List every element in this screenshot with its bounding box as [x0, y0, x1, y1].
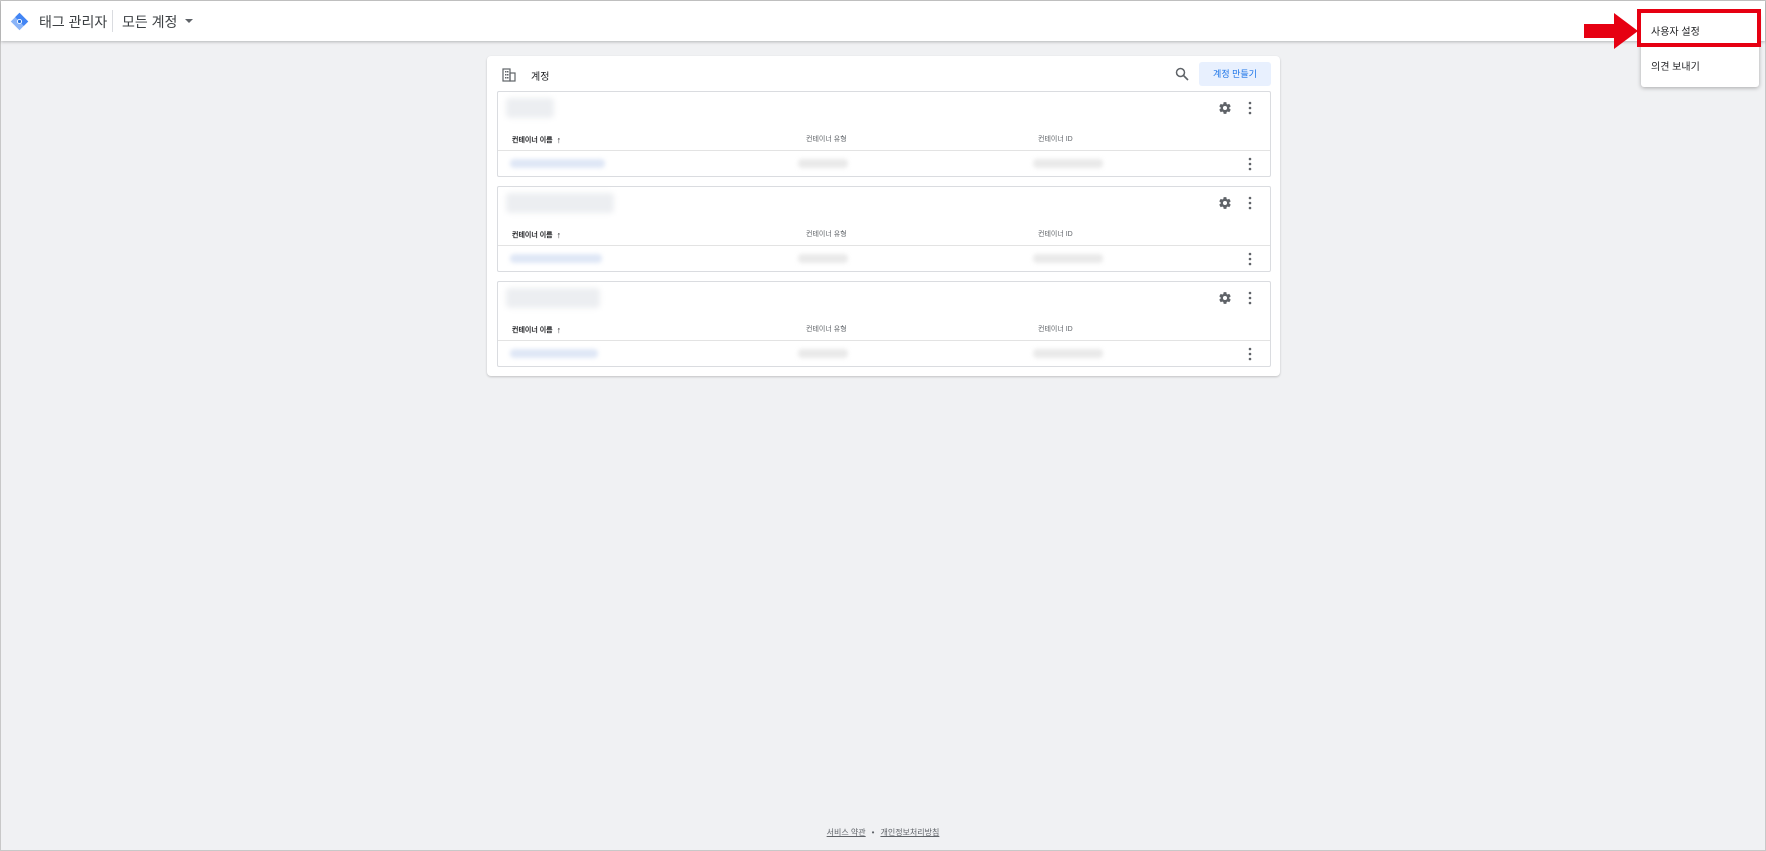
menu-item-send-feedback[interactable]: 의견 보내기	[1651, 58, 1700, 73]
more-vert-icon[interactable]	[1244, 291, 1256, 305]
account-selector-dropdown[interactable]: 모든 계정	[122, 12, 194, 32]
more-vert-icon[interactable]	[1244, 252, 1256, 266]
sort-up-arrow-icon: ↑	[556, 135, 562, 145]
container-name-redacted[interactable]	[510, 159, 605, 168]
sort-up-arrow-icon: ↑	[556, 230, 562, 240]
column-header-container-name[interactable]: 컨테이너 이름 ↑	[512, 134, 561, 145]
tag-manager-logo-icon[interactable]	[10, 12, 29, 31]
container-type-redacted	[798, 159, 848, 168]
container-type-redacted	[798, 349, 848, 358]
container-id-redacted	[1033, 349, 1103, 358]
highlight-box-annotation	[1637, 9, 1761, 47]
more-vert-icon[interactable]	[1244, 196, 1256, 210]
gear-icon[interactable]	[1218, 196, 1232, 210]
more-vert-icon[interactable]	[1244, 347, 1256, 361]
red-arrow-annotation-icon	[1584, 13, 1638, 49]
account-block: 컨테이너 이름 ↑ 컨테이너 유형 컨테이너 ID	[497, 186, 1271, 272]
card-title: 계정	[531, 72, 550, 83]
gear-icon[interactable]	[1218, 101, 1232, 115]
footer: 서비스 약관 • 개인정보처리방침	[1, 827, 1765, 838]
account-block: 컨테이너 이름 ↑ 컨테이너 유형 컨테이너 ID	[497, 281, 1271, 367]
column-header-container-type: 컨테이너 유형	[806, 231, 847, 238]
table-row[interactable]	[498, 151, 1270, 176]
table-row[interactable]	[498, 341, 1270, 366]
caret-down-icon	[185, 19, 194, 24]
account-name-redacted	[506, 98, 554, 118]
app-title: 태그 관리자	[39, 14, 108, 30]
gear-icon[interactable]	[1218, 291, 1232, 305]
account-name-redacted	[506, 193, 614, 213]
privacy-policy-link[interactable]: 개인정보처리방침	[880, 828, 939, 837]
container-id-redacted	[1033, 159, 1103, 168]
column-header-container-type: 컨테이너 유형	[806, 326, 847, 333]
table-row[interactable]	[498, 246, 1270, 271]
container-name-redacted[interactable]	[510, 349, 598, 358]
container-type-redacted	[798, 254, 848, 263]
more-vert-icon[interactable]	[1244, 157, 1256, 171]
building-icon	[502, 68, 516, 82]
more-vert-icon[interactable]	[1244, 101, 1256, 115]
container-id-redacted	[1033, 254, 1103, 263]
account-selector-label: 모든 계정	[122, 14, 178, 30]
column-header-container-type: 컨테이너 유형	[806, 136, 847, 143]
column-header-container-name[interactable]: 컨테이너 이름 ↑	[512, 229, 561, 240]
search-icon[interactable]	[1175, 67, 1189, 81]
sort-up-arrow-icon: ↑	[556, 325, 562, 335]
container-name-redacted[interactable]	[510, 254, 602, 263]
header-divider	[112, 10, 113, 32]
column-header-container-id: 컨테이너 ID	[1038, 231, 1073, 238]
create-account-button[interactable]: 계정 만들기	[1199, 62, 1271, 86]
footer-separator: •	[871, 828, 875, 837]
column-header-container-id: 컨테이너 ID	[1038, 326, 1073, 333]
account-block: 컨테이너 이름 ↑ 컨테이너 유형 컨테이너 ID	[497, 91, 1271, 177]
top-app-bar: 태그 관리자 모든 계정	[1, 1, 1765, 41]
column-header-container-name[interactable]: 컨테이너 이름 ↑	[512, 324, 561, 335]
column-header-container-id: 컨테이너 ID	[1038, 136, 1073, 143]
terms-of-service-link[interactable]: 서비스 약관	[827, 828, 866, 837]
accounts-card: 계정 계정 만들기 컨테이너 이름 ↑ 컨테이너 유형 컨테이너 ID 컨테이너 …	[487, 56, 1280, 376]
account-name-redacted	[506, 288, 600, 308]
